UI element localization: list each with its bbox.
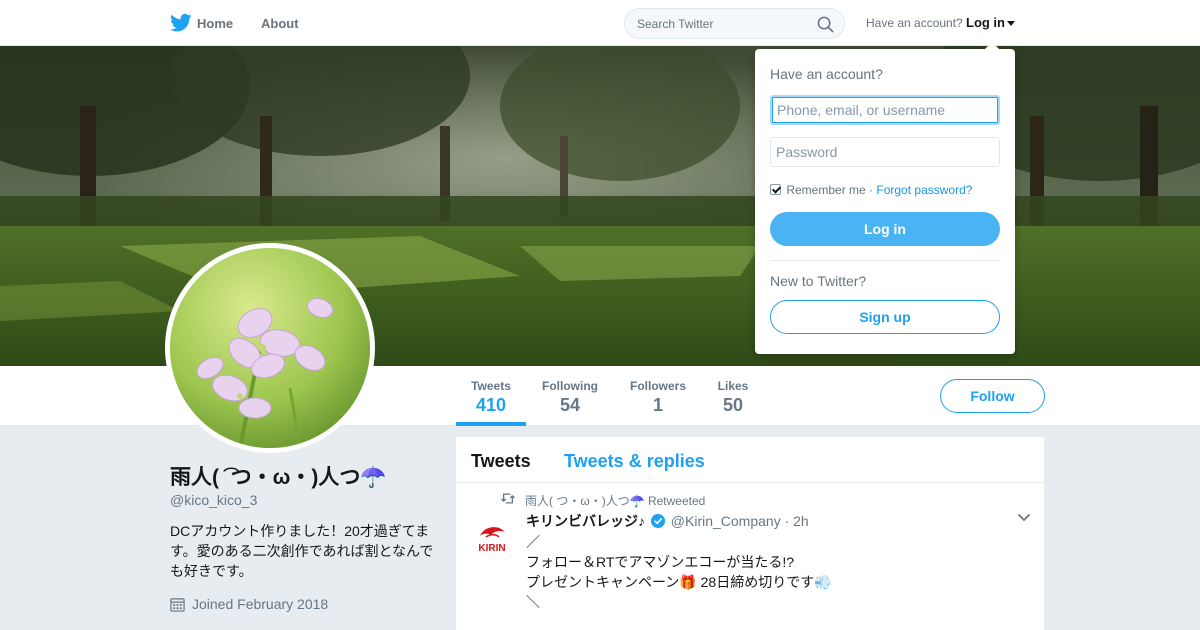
chevron-down-icon [1007, 21, 1015, 27]
login-dropdown: Have an account? Remember me · Forgot pa… [755, 42, 1015, 354]
verified-badge-icon [650, 514, 665, 528]
login-button[interactable]: Log in [770, 212, 1000, 246]
stat-value: 54 [559, 395, 581, 415]
tweet-text: ／ フォロー＆RTでアマゾンエコーが当たる!? プレゼントキャンペーン🎁 28日… [526, 532, 832, 612]
tweet-line: プレゼントキャンペーン🎁 28日締め切りです💨 [526, 574, 832, 590]
follow-button[interactable]: Follow [940, 379, 1045, 413]
have-account-text: Have an account? [866, 16, 963, 30]
tab-tweets[interactable]: Tweets [471, 451, 531, 472]
top-navigation: Home About Search Twitter Have an accoun… [0, 0, 1200, 46]
stat-tweets[interactable]: Tweets 410 [456, 366, 526, 426]
search-icon[interactable] [817, 16, 834, 33]
signup-button[interactable]: Sign up [770, 300, 1000, 334]
password-field[interactable] [770, 137, 1000, 167]
stat-label: Tweets [471, 379, 511, 393]
stat-likes[interactable]: Likes 50 [708, 366, 758, 426]
kirin-logo-text: KIRIN [478, 543, 505, 554]
stat-followers[interactable]: Followers 1 [623, 366, 693, 426]
forgot-password-link[interactable]: Forgot password? [876, 183, 972, 197]
tweet-item[interactable]: 雨人( つ・ω・)人つ☂️ Retweeted KIRIN キリンビバレッジ♪ … [456, 483, 1044, 630]
tweet-author-avatar[interactable]: KIRIN [472, 520, 512, 560]
nav-about-link[interactable]: About [261, 16, 299, 31]
joined-text: Joined February 2018 [192, 596, 329, 612]
stat-value: 410 [475, 395, 507, 415]
stat-label: Likes [717, 379, 749, 393]
stat-following[interactable]: Following 54 [535, 366, 605, 426]
login-dropdown-title: Have an account? [770, 66, 883, 82]
tweet-timestamp[interactable]: · 2h [785, 513, 809, 529]
stat-value: 50 [722, 395, 744, 415]
login-link-label: Log in [966, 15, 1005, 30]
tweet-author-name[interactable]: キリンビバレッジ♪ [526, 513, 645, 529]
new-to-twitter-text: New to Twitter? [770, 273, 867, 289]
login-dropdown-toggle[interactable]: Log in [966, 15, 1015, 30]
timeline-tabs: Tweets Tweets & replies [456, 437, 1044, 483]
tweet-line: ＼ [526, 594, 540, 610]
username-field[interactable] [770, 95, 1000, 125]
tweet-line: ／ [526, 534, 540, 550]
profile-name: 雨人( ͡ つ・ω・)人つ☂️ [170, 466, 387, 489]
profile-bio: DCアカウント作りました！20才過ぎてます。愛のある二次創作であれば割となんでも… [170, 523, 434, 579]
search-input[interactable]: Search Twitter [637, 17, 713, 31]
profile-handle[interactable]: @kico_kico_3 [170, 492, 257, 508]
tweet-header: キリンビバレッジ♪ @Kirin_Company · 2h [526, 511, 809, 531]
tweet-line: フォロー＆RTでアマゾンエコーが当たる!? [526, 554, 795, 570]
remember-me-row: Remember me · Forgot password? [770, 183, 972, 197]
divider [770, 260, 1000, 261]
retweet-icon [501, 493, 515, 504]
kirin-logo: KIRIN [472, 520, 512, 560]
remember-me-checkbox[interactable] [770, 184, 781, 195]
tweet-timeline: Tweets Tweets & replies 雨人( つ・ω・)人つ☂️ Re… [456, 437, 1044, 630]
separator-dot: · [865, 183, 877, 197]
remember-me-label[interactable]: Remember me [786, 183, 865, 197]
calendar-icon [170, 598, 185, 612]
stat-label: Following [542, 379, 598, 393]
profile-avatar[interactable] [165, 243, 375, 453]
flower-photo [170, 248, 370, 448]
search-field[interactable]: Search Twitter [624, 8, 845, 39]
nav-home-link[interactable]: Home [197, 16, 233, 31]
tab-tweets-and-replies[interactable]: Tweets & replies [564, 451, 705, 472]
retweet-context[interactable]: 雨人( つ・ω・)人つ☂️ Retweeted [525, 492, 705, 509]
stat-label: Followers [629, 379, 686, 393]
chevron-down-icon[interactable] [1018, 514, 1030, 522]
tweet-author-handle[interactable]: @Kirin_Company [671, 513, 781, 529]
stat-value: 1 [652, 395, 663, 415]
twitter-bird-icon[interactable] [170, 13, 192, 33]
